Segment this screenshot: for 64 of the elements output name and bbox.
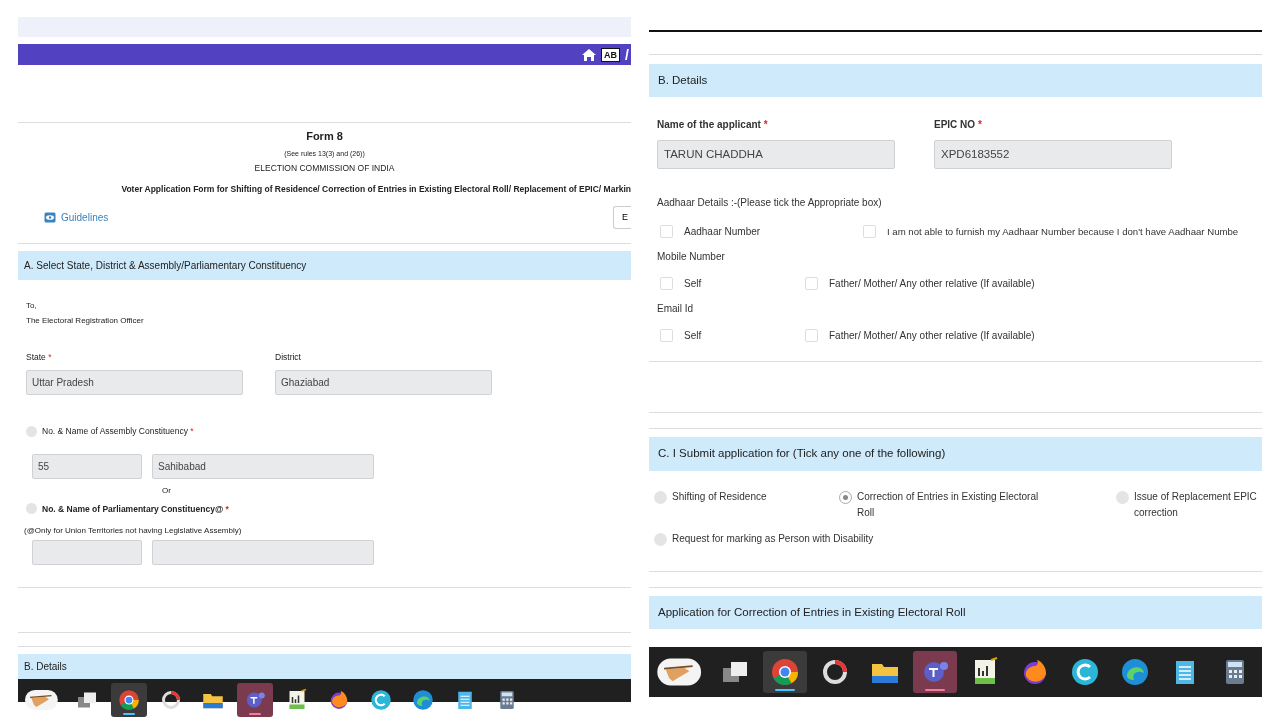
address-line: To,: [26, 300, 38, 312]
home-icon: [582, 48, 597, 61]
section-heading: A. Select State, District & Assembly/Parliamentary Constituency: [18, 251, 631, 280]
checkbox[interactable]: [660, 329, 673, 343]
input-field[interactable]: Uttar Pradesh: [26, 369, 243, 395]
browser-icon: [116, 688, 141, 713]
radio-label: Issue of Replacement EPIC correction: [1134, 489, 1258, 520]
field-label: State *: [26, 351, 53, 364]
input-field[interactable]: TARUN CHADDHA: [657, 140, 895, 170]
radio-button[interactable]: [654, 490, 667, 504]
field-label: Name of the applicant *: [657, 118, 769, 133]
text-size-button[interactable]: AB: [601, 47, 621, 62]
input-field[interactable]: XPD6183552: [934, 140, 1172, 170]
checkbox-label: Aadhaar Number: [684, 225, 761, 240]
group-label: Aadhaar Details :-(Please tick the Appropriate box): [657, 196, 883, 211]
checkbox-label: Self: [684, 277, 702, 292]
checkbox-label: Father/ Mother/ Any other relative (If available): [829, 277, 1035, 292]
field-label: EPIC NO *: [934, 118, 983, 133]
note-text: (@Only for Union Territories not having Legislative Assembly): [24, 525, 243, 538]
dropdown-button[interactable]: E: [613, 205, 631, 229]
radio-label: No. & Name of Assembly Constituency *: [42, 424, 194, 438]
swirl-icon: [410, 688, 435, 713]
input-field[interactable]: Sahibabad: [152, 453, 374, 479]
section-heading: C. I Submit application for (Tick any one of the following): [649, 437, 1262, 471]
section-heading: Application for Correction of Entries in Existing Electoral Roll: [649, 595, 1262, 629]
taskbar-button[interactable]: [763, 650, 808, 693]
checkbox-label: Father/ Mother/ Any other relative (If available): [829, 329, 1035, 344]
checkbox[interactable]: [863, 225, 876, 239]
section-heading: B. Details: [649, 64, 1262, 98]
field-label: District: [275, 351, 302, 364]
checkbox[interactable]: [805, 277, 818, 291]
eye-icon: [44, 211, 56, 223]
nav-separator: /: [625, 47, 629, 62]
radio-button[interactable]: [654, 532, 667, 546]
input-field[interactable]: [32, 540, 142, 566]
group-label: Email Id: [657, 302, 695, 317]
authority-name: ELECTION COMMISSION OF INDIA: [254, 162, 395, 175]
group-label: Mobile Number: [657, 250, 726, 265]
section-heading: B. Details: [18, 654, 631, 680]
radio-label: Request for marking as Person with Disability: [672, 531, 874, 546]
or-text: Or: [162, 484, 172, 497]
guidelines-link[interactable]: Guidelines: [44, 209, 109, 225]
taskbar-button[interactable]: [236, 683, 273, 718]
input-field[interactable]: Ghaziabad: [275, 369, 492, 395]
checkbox[interactable]: [660, 277, 673, 291]
radio-label: Shifting of Residence: [672, 489, 767, 504]
form-title: Form 8: [306, 129, 343, 144]
c-arc-icon: [368, 688, 393, 713]
radio-button[interactable]: [1116, 490, 1129, 504]
taskbar-button[interactable]: [913, 650, 958, 693]
radio-label: No. & Name of Parliamentary Constituency@ *: [42, 502, 229, 516]
checkbox[interactable]: [660, 225, 673, 239]
checkbox[interactable]: [805, 329, 818, 343]
checkbox-label: Self: [684, 329, 702, 344]
address-line: The Electoral Registration Officer: [26, 315, 145, 327]
radio-label: Correction of Entries in Existing Electoral Roll: [857, 489, 1040, 520]
radio-button[interactable]: [26, 503, 37, 515]
radio-button[interactable]: [839, 490, 852, 504]
input-field[interactable]: [152, 540, 374, 566]
taskbar-button[interactable]: [110, 683, 147, 718]
checkbox-label: I am not able to furnish my Aadhaar Number because I don't have Aadhaar Numbe: [887, 224, 1239, 239]
form-subtitle: Voter Application Form for Shifting of Residence/ Correction of Entries in Existing Electoral Roll/ Replacement of EPIC/ Markin: [121, 182, 631, 196]
input-field[interactable]: 55: [32, 453, 142, 479]
radio-button[interactable]: [26, 425, 37, 437]
